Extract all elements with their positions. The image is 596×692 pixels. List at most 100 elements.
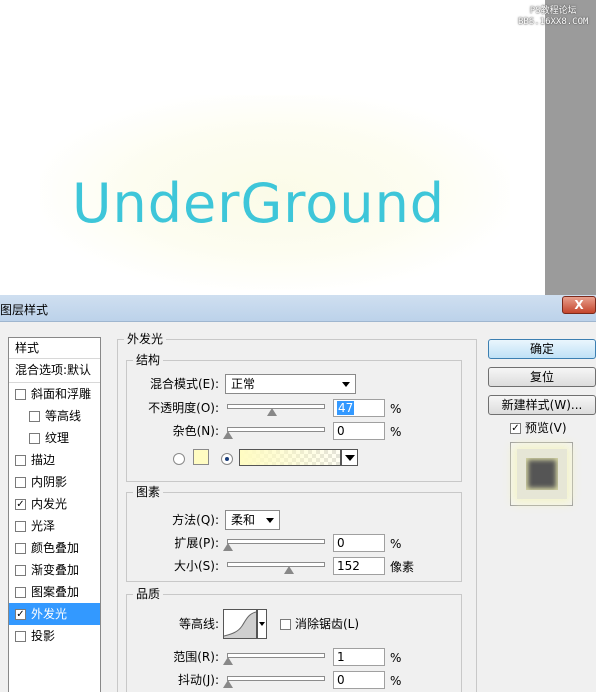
spread-slider[interactable]: [227, 539, 325, 544]
noise-slider[interactable]: [227, 427, 325, 432]
technique-value: 柔和: [231, 513, 256, 527]
style-item[interactable]: 等高线: [9, 405, 100, 427]
antialias-label: 消除锯齿(L): [295, 617, 360, 631]
style-item[interactable]: 图案叠加: [9, 581, 100, 603]
canvas-text-layer: UnderGround: [72, 172, 446, 235]
style-item[interactable]: 描边: [9, 449, 100, 471]
style-item[interactable]: ✓ 外发光: [9, 603, 100, 625]
preview-label: 预览(V): [525, 421, 567, 435]
styles-list: 样式 混合选项:默认 斜面和浮雕等高线纹理描边内阴影 ✓ 内发光光泽颜色叠加渐变叠加…: [8, 337, 101, 692]
style-item-checkbox[interactable]: [15, 388, 26, 400]
spread-unit: %: [390, 537, 402, 551]
blend-mode-select[interactable]: 正常: [225, 374, 356, 394]
style-item[interactable]: 纹理: [9, 427, 100, 449]
chevron-down-icon: [266, 518, 274, 523]
style-item[interactable]: 颜色叠加: [9, 537, 100, 559]
gradient-picker[interactable]: [239, 449, 341, 466]
outer-glow-title: 外发光: [124, 332, 167, 346]
noise-unit: %: [390, 425, 402, 439]
style-item-checkbox[interactable]: [29, 432, 40, 444]
spread-input[interactable]: 0: [333, 534, 385, 552]
range-input[interactable]: 1: [333, 648, 385, 666]
layer-style-dialog: 图层样式 X 样式 混合选项:默认 斜面和浮雕等高线纹理描边内阴影 ✓ 内发光光泽颜…: [0, 295, 596, 692]
size-label: 大小(S):: [173, 559, 219, 573]
style-item-label: 内阴影: [31, 475, 68, 489]
watermark: PS教程论坛 BBS.16XX8.COM: [518, 6, 588, 28]
jitter-value: 0: [337, 673, 345, 687]
contour-dropdown[interactable]: [257, 609, 267, 639]
dialog-titlebar[interactable]: 图层样式 X: [0, 295, 596, 322]
style-item-checkbox[interactable]: ✓: [15, 498, 26, 510]
range-slider-thumb[interactable]: [223, 657, 233, 665]
blend-mode-label: 混合模式(E):: [150, 377, 219, 391]
close-button[interactable]: X: [562, 296, 596, 314]
style-item[interactable]: 斜面和浮雕: [9, 383, 100, 405]
quality-group: 品质 等高线: 消除锯齿(L) 范围(R): 1 % 抖动(J): 0 %: [126, 587, 462, 692]
style-item[interactable]: 投影: [9, 625, 100, 647]
gradient-dropdown[interactable]: [341, 449, 358, 466]
style-item-checkbox[interactable]: [15, 564, 26, 576]
style-item-label: 纹理: [45, 431, 70, 445]
watermark-line-1: PS教程论坛: [529, 6, 577, 16]
jitter-slider-thumb[interactable]: [223, 680, 233, 688]
style-item[interactable]: 光泽: [9, 515, 100, 537]
size-slider-thumb[interactable]: [284, 566, 294, 574]
style-item-label: 光泽: [31, 519, 56, 533]
noise-label: 杂色(N):: [172, 424, 219, 438]
noise-input[interactable]: 0: [333, 422, 385, 440]
style-item-label: 等高线: [45, 409, 82, 423]
style-item[interactable]: ✓ 内发光: [9, 493, 100, 515]
ok-button[interactable]: 确定: [488, 339, 596, 359]
elements-title: 图素: [133, 485, 164, 499]
spread-slider-thumb[interactable]: [223, 543, 233, 551]
dialog-title: 图层样式: [0, 303, 49, 317]
style-item[interactable]: 内阴影: [9, 471, 100, 493]
jitter-label: 抖动(J):: [178, 673, 219, 687]
style-item-checkbox[interactable]: [15, 520, 26, 532]
reset-button[interactable]: 复位: [488, 367, 596, 387]
style-item-label: 斜面和浮雕: [31, 387, 92, 401]
noise-value: 0: [337, 424, 345, 438]
preview-checkbox[interactable]: ✓: [510, 423, 521, 434]
style-item-checkbox[interactable]: [15, 476, 26, 488]
style-item-label: 图案叠加: [31, 585, 80, 599]
outer-glow-panel: 外发光 结构 混合模式(E): 正常 不透明度(O): 47 % 杂色(N): …: [117, 332, 477, 692]
style-item-checkbox[interactable]: [15, 630, 26, 642]
glow-color-swatch[interactable]: [193, 449, 209, 465]
size-input[interactable]: 152: [333, 557, 385, 575]
range-unit: %: [390, 651, 402, 665]
jitter-slider[interactable]: [227, 676, 325, 681]
solid-color-radio[interactable]: [173, 453, 185, 465]
opacity-value: 47: [337, 401, 355, 415]
style-item-checkbox[interactable]: [29, 410, 40, 422]
technique-label: 方法(Q):: [172, 513, 219, 527]
blend-mode-value: 正常: [231, 377, 256, 391]
styles-list-header[interactable]: 样式: [9, 338, 100, 359]
spread-value: 0: [337, 536, 345, 550]
gradient-radio[interactable]: [221, 453, 233, 465]
size-unit: 像素: [390, 560, 415, 574]
style-item-label: 渐变叠加: [31, 563, 80, 577]
blend-options-item[interactable]: 混合选项:默认: [9, 359, 100, 383]
jitter-input[interactable]: 0: [333, 671, 385, 689]
style-item[interactable]: 渐变叠加: [9, 559, 100, 581]
style-item-checkbox[interactable]: ✓: [15, 608, 26, 620]
style-item-label: 描边: [31, 453, 56, 467]
chevron-down-icon: [259, 622, 265, 626]
document-canvas[interactable]: UnderGround: [0, 0, 545, 295]
size-slider[interactable]: [227, 562, 325, 567]
style-item-checkbox[interactable]: [15, 454, 26, 466]
technique-select[interactable]: 柔和: [225, 510, 280, 530]
opacity-slider-thumb[interactable]: [267, 408, 277, 416]
style-item-checkbox[interactable]: [15, 542, 26, 554]
chevron-down-icon: [345, 455, 355, 461]
noise-slider-thumb[interactable]: [223, 431, 233, 439]
contour-picker[interactable]: [223, 609, 257, 639]
opacity-input[interactable]: 47: [333, 399, 385, 417]
range-slider[interactable]: [227, 653, 325, 658]
antialias-checkbox[interactable]: [280, 619, 291, 630]
style-item-checkbox[interactable]: [15, 586, 26, 598]
style-item-label: 投影: [31, 629, 56, 643]
opacity-label: 不透明度(O):: [148, 401, 219, 415]
new-style-button[interactable]: 新建样式(W)...: [488, 395, 596, 415]
